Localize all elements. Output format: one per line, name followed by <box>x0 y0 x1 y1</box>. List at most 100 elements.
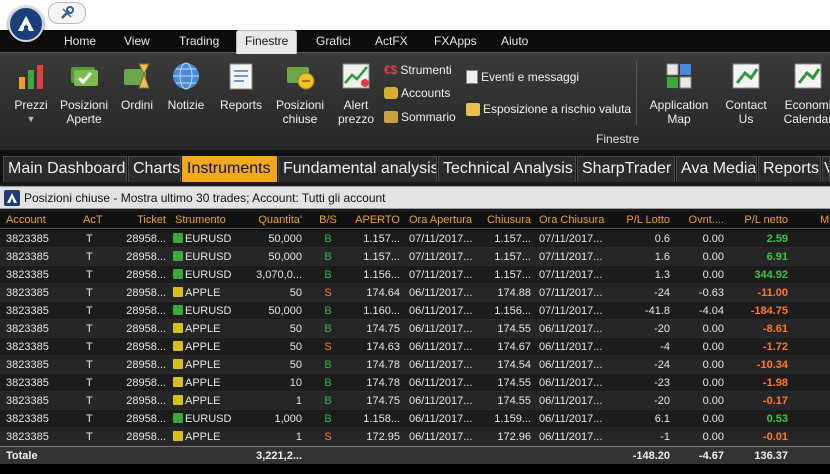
column-header[interactable]: M <box>820 214 830 226</box>
table-row[interactable]: 3823385 T 28958... EURUSD 50,000 B 1.160... 06/… <box>0 302 830 320</box>
tools-icon[interactable] <box>48 2 86 24</box>
ovnt-cell: 0.00 <box>702 341 724 353</box>
ticket-cell: 28958... <box>126 323 166 335</box>
close-cell: 174.55 <box>497 377 531 389</box>
pl-lot-cell: -20 <box>654 395 670 407</box>
close-time-cell: 06/11/2017... <box>539 395 603 407</box>
column-header[interactable]: AcT <box>83 214 105 226</box>
column-header[interactable]: APERTO <box>348 214 400 226</box>
eventi-messaggi-button[interactable]: Eventi e messaggi <box>466 70 579 84</box>
column-header[interactable]: Chiusura <box>481 214 531 226</box>
close-time-cell: 06/11/2017... <box>539 359 603 371</box>
ordini-button[interactable]: Ordini <box>116 61 158 112</box>
menu-view[interactable]: View <box>124 34 150 48</box>
close-cell: 174.54 <box>497 359 531 371</box>
total-pl-net: 136.37 <box>754 450 788 462</box>
column-header[interactable]: Account <box>6 214 50 226</box>
table-row[interactable]: 3823385 T 28958... APPLE 1 B 174.75 06/11/2017.… <box>0 392 830 410</box>
tab-fundamental-analysis[interactable]: Fundamental analysis <box>278 156 437 182</box>
ordini-label: Ordini <box>120 98 153 112</box>
table-row[interactable]: 3823385 T 28958... APPLE 50 B 174.75 06/11/2017… <box>0 320 830 338</box>
menu-aiuto[interactable]: Aiuto <box>501 34 528 48</box>
closed-positions-table: Account AcT Ticket Strumento Quantita' B… <box>0 212 830 474</box>
close-time-cell: 06/11/2017... <box>539 341 603 353</box>
reports-button[interactable]: Reports <box>216 61 266 112</box>
menu-grafici[interactable]: Grafici <box>316 34 351 48</box>
table-row[interactable]: 3823385 T 28958... APPLE 10 B 174.78 06/11/2017… <box>0 374 830 392</box>
ovnt-cell: 0.00 <box>702 233 724 245</box>
column-header[interactable]: Ovnt.... <box>674 214 724 226</box>
eventi-messaggi-label: Eventi e messaggi <box>481 70 580 84</box>
table-row[interactable]: 3823385 T 28958... EURUSD 50,000 B 1.157... 07/… <box>0 248 830 266</box>
tab-ava-media[interactable]: Ava Media <box>676 156 757 182</box>
instrument-name: APPLE <box>185 377 221 389</box>
bs-cell: B <box>324 395 332 407</box>
menu-finestre[interactable]: Finestre <box>236 30 298 54</box>
column-header[interactable]: Ora Apertura <box>409 214 479 226</box>
menu-fxapps[interactable]: FXApps <box>434 34 477 48</box>
table-row[interactable]: 3823385 T 28958... APPLE 50 S 174.63 06/11/2017… <box>0 338 830 356</box>
table-row[interactable]: 3823385 T 28958... APPLE 1 S 172.95 06/11/2017.… <box>0 428 830 446</box>
ticket-cell: 28958... <box>126 287 166 299</box>
bs-cell: B <box>324 305 332 317</box>
table-row[interactable]: 3823385 T 28958... EURUSD 3,070,0... B 1.156..… <box>0 266 830 284</box>
tab-sharptrader[interactable]: SharpTrader <box>577 156 675 182</box>
table-row[interactable]: 3823385 T 28958... APPLE 50 S 174.64 06/11/2017… <box>0 284 830 302</box>
column-header[interactable]: Ora Chiusura <box>539 214 607 226</box>
tab-instruments[interactable]: Instruments <box>182 156 277 182</box>
pl-net-cell: -0.01 <box>762 431 788 443</box>
column-header[interactable]: Strumento <box>175 214 245 226</box>
open-cell: 174.78 <box>366 359 400 371</box>
pl-lot-cell: 1.3 <box>654 269 670 281</box>
table-row[interactable]: 3823385 T 28958... APPLE 50 B 174.78 06/11/2017… <box>0 356 830 374</box>
menu-home[interactable]: Home <box>64 34 96 48</box>
posizioni-chiuse-button[interactable]: Posizioni chiuse <box>274 61 326 126</box>
prezzi-button[interactable]: Prezzi ▼ <box>10 61 52 126</box>
column-header[interactable]: P/L netto <box>728 214 788 226</box>
stock-instrument-icon <box>173 341 183 351</box>
table-row[interactable]: 3823385 T 28958... EURUSD 1,000 B 1.158... 06/1… <box>0 410 830 428</box>
notizie-label: Notizie <box>167 98 205 112</box>
accounts-button[interactable]: Accounts <box>384 86 450 100</box>
notizie-button[interactable]: Notizie <box>164 61 208 112</box>
contact-us-button[interactable]: Contact Us <box>720 61 772 126</box>
table-row[interactable]: 3823385 T 28958... EURUSD 50,000 B 1.157... 07/… <box>0 230 830 248</box>
account-cell: 3823385 <box>6 251 49 263</box>
menu-actfx[interactable]: ActFX <box>375 34 408 48</box>
total-ovnt: -4.67 <box>698 450 724 462</box>
application-map-button[interactable]: Application Map <box>646 61 712 126</box>
menu-trading[interactable]: Trading <box>179 34 219 48</box>
risk-icon <box>466 102 480 116</box>
instrument-name: APPLE <box>185 359 221 371</box>
stock-instrument-icon <box>173 287 183 297</box>
close-cell: 174.55 <box>497 395 531 407</box>
application-map-label: Application Map <box>649 98 709 126</box>
account-cell: 3823385 <box>6 287 49 299</box>
column-header[interactable]: Ticket <box>118 214 166 226</box>
esposizione-rischio-button[interactable]: Esposizione a rischio valuta <box>466 102 631 116</box>
account-cell: 3823385 <box>6 359 49 371</box>
summary-icon <box>384 111 398 123</box>
qty-cell: 50 <box>289 323 302 335</box>
open-time-cell: 07/11/2017... <box>409 233 473 245</box>
tab-charts[interactable]: Charts <box>128 156 181 182</box>
tab-reports[interactable]: Reports <box>758 156 821 182</box>
sommario-button[interactable]: Sommario <box>384 110 456 124</box>
posizioni-aperte-button[interactable]: Posizioni Aperte <box>58 61 110 126</box>
report-icon <box>229 63 253 90</box>
strumenti-button[interactable]: €$ Strumenti <box>384 63 452 77</box>
close-cell: 1.157... <box>494 233 531 245</box>
alert-prezzo-button[interactable]: Alert prezzo <box>334 61 378 126</box>
qty-cell: 50,000 <box>268 251 302 263</box>
tab-technical-analysis[interactable]: Technical Analysis <box>438 156 576 182</box>
app-logo-icon[interactable] <box>8 6 44 42</box>
economic-calendar-button[interactable]: Economi Calendar <box>780 61 830 126</box>
column-header[interactable]: Quantita' <box>248 214 302 226</box>
tab-main-dashboard[interactable]: Main Dashboard <box>3 156 127 182</box>
open-cell: 174.63 <box>366 341 400 353</box>
act-cell: T <box>86 377 93 389</box>
column-header[interactable]: B/S <box>316 214 340 226</box>
column-header[interactable]: P/L Lotto <box>612 214 670 226</box>
total-pl-lot: -148.20 <box>632 450 670 462</box>
tab-overflow[interactable]: V <box>822 156 830 182</box>
